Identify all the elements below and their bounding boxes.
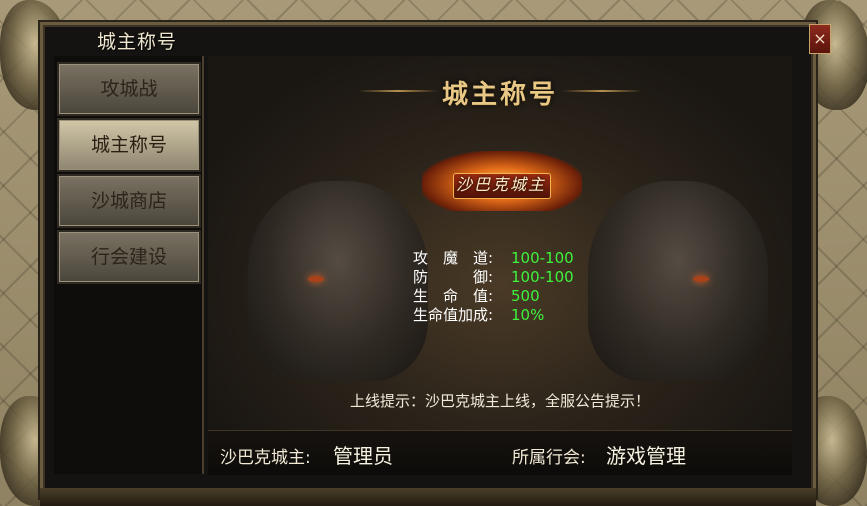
guild-value: 游戏管理 <box>606 444 686 468</box>
guild-label: 所属行会: <box>512 448 586 468</box>
panel-title: 城主称号 <box>441 80 558 110</box>
stat-value: 500 <box>511 287 540 305</box>
owner-label: 沙巴克城主: <box>220 448 311 468</box>
stat-label: 攻 魔 道: <box>413 249 494 267</box>
tab-castle-lord-title[interactable]: 城主称号 <box>57 118 201 172</box>
tab-siege-war[interactable]: 攻城战 <box>57 62 201 116</box>
stats-list: 攻 魔 道: 100-100 防 御: 100-100 生 命 值: 500 生… <box>413 249 574 325</box>
owner-value: 管理员 <box>333 444 393 468</box>
bottom-frame-bar <box>40 488 816 506</box>
statue-right-image <box>588 181 768 381</box>
online-hint: 上线提示：沙巴克城主上线，全服公告提示！ <box>349 392 650 410</box>
tab-guild-building[interactable]: 行会建设 <box>57 230 201 284</box>
tab-castle-shop[interactable]: 沙城商店 <box>57 174 201 228</box>
close-button[interactable]: × <box>809 24 831 54</box>
stat-value: 100-100 <box>511 268 574 286</box>
stat-row: 攻 魔 道: 100-100 <box>413 249 574 268</box>
stat-label: 生命值加成: <box>413 306 494 324</box>
stat-label: 生 命 值: <box>413 287 494 305</box>
title-badge-text: 沙巴克城主 <box>455 175 546 194</box>
stat-value: 10% <box>511 306 545 324</box>
window-title: 城主称号 <box>97 31 178 53</box>
statue-left-eye <box>308 276 324 282</box>
stat-row: 生命值加成: 10% <box>413 306 574 325</box>
statue-left-image <box>248 181 428 381</box>
stat-value: 100-100 <box>511 249 574 267</box>
statue-right-eye <box>693 276 709 282</box>
sidebar: 攻城战 城主称号 沙城商店 行会建设 <box>54 56 204 474</box>
stat-label: 防 御: <box>413 268 494 286</box>
main-panel: 城主称号 沙巴克城主 攻 魔 道: 100-100 防 御: 100-100 生… <box>208 56 792 474</box>
stat-row: 生 命 值: 500 <box>413 287 574 306</box>
stat-row: 防 御: 100-100 <box>413 268 574 287</box>
